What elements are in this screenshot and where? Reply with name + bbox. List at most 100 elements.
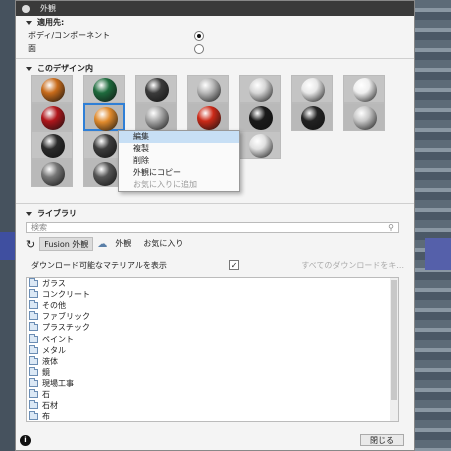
folder-icon — [29, 311, 38, 321]
material-ball — [41, 106, 65, 130]
appearance-swatch[interactable] — [31, 75, 73, 103]
show-downloadable-row: ダウンロード可能なマテリアルを表示 ✓ すべてのダウンロードをキ... — [31, 259, 404, 271]
appearance-swatch[interactable] — [187, 75, 229, 103]
refresh-icon[interactable]: ↻ — [26, 238, 35, 251]
appearance-swatch[interactable] — [31, 131, 73, 159]
material-ball — [93, 78, 117, 102]
cloud-icon: ☁ — [97, 238, 108, 250]
list-item-label: 鏡 — [42, 367, 50, 377]
material-ball — [145, 78, 169, 102]
list-item-label: 石材 — [42, 401, 58, 411]
viewport-background-right — [415, 0, 451, 451]
list-item[interactable]: 石材 — [27, 400, 398, 411]
appearance-swatch[interactable] — [187, 103, 229, 131]
material-ball — [93, 134, 117, 158]
appearance-swatch[interactable] — [343, 75, 385, 103]
search-icon[interactable]: ⚲ — [388, 223, 394, 232]
folder-icon — [29, 377, 38, 387]
list-item[interactable]: 布 — [27, 411, 398, 422]
list-item-label: コンクリート — [42, 290, 90, 300]
list-item[interactable]: ガラス — [27, 278, 398, 289]
appearance-swatch[interactable] — [83, 75, 125, 103]
folder-icon — [29, 366, 38, 376]
tab-fusion-appearance[interactable]: Fusion 外観 — [39, 237, 94, 251]
material-ball — [197, 106, 221, 130]
appearance-swatch[interactable] — [291, 103, 333, 131]
radio-body[interactable] — [194, 30, 204, 41]
context-menu-item[interactable]: 複製 — [119, 143, 239, 155]
tab-appearance[interactable]: 外観 — [111, 237, 135, 251]
library-folder-list: ガラス コンクリート その他 ファブリック プラスチック ペイント メタル 液体鏡現場工事石石… — [26, 277, 399, 422]
context-menu-item[interactable]: 削除 — [119, 155, 239, 167]
list-item[interactable]: 液体 — [27, 355, 398, 367]
list-item[interactable]: メタル — [27, 344, 398, 356]
window-icon — [22, 4, 30, 13]
context-menu-item[interactable]: 編集 — [119, 131, 239, 143]
folder-icon — [29, 400, 38, 410]
material-ball — [41, 162, 65, 186]
appearance-swatch[interactable] — [31, 159, 73, 187]
appearance-swatch[interactable] — [239, 131, 281, 159]
appearance-swatch[interactable] — [31, 103, 73, 131]
show-downloadable-checkbox[interactable]: ✓ — [229, 260, 240, 270]
list-item[interactable]: 石 — [27, 388, 398, 400]
appearance-dialog: 外観 適用先: ボディ/コンポーネント 面 このデザイン内 ライブラリ 検索 ⚲… — [15, 0, 415, 451]
appearance-swatch[interactable] — [135, 75, 177, 103]
appearance-swatch[interactable] — [135, 103, 177, 131]
close-button[interactable]: 閉じる — [360, 434, 404, 446]
material-ball — [94, 107, 118, 131]
list-item-label: 布 — [42, 412, 50, 422]
material-ball — [249, 134, 273, 158]
divider — [16, 203, 414, 204]
folder-icon — [29, 355, 38, 365]
collapse-triangle-icon[interactable] — [26, 20, 32, 25]
material-ball — [197, 78, 221, 102]
show-downloadable-label: ダウンロード可能なマテリアルを表示 — [31, 260, 167, 270]
apply-face-option[interactable]: 面 — [16, 42, 414, 55]
context-menu: 編集 複製 削除 外観にコピー お気に入りに追加 — [118, 130, 240, 192]
radio-face[interactable] — [194, 43, 204, 54]
folder-icon — [29, 388, 38, 398]
download-all-link[interactable]: すべてのダウンロードをキ... — [301, 260, 404, 271]
material-ball — [301, 106, 325, 130]
info-icon[interactable]: i — [20, 434, 31, 446]
in-design-header[interactable]: このデザイン内 — [16, 62, 414, 75]
list-item[interactable]: プラスチック — [27, 322, 398, 333]
context-menu-item[interactable]: 外観にコピー — [119, 167, 239, 179]
library-header[interactable]: ライブラリ — [16, 207, 414, 220]
title-bar[interactable]: 外観 — [16, 1, 414, 16]
folder-icon — [29, 411, 38, 421]
apply-body-option[interactable]: ボディ/コンポーネント — [16, 29, 414, 42]
list-item[interactable]: 現場工事 — [27, 377, 398, 389]
apply-to-header[interactable]: 適用先: — [16, 16, 414, 29]
appearance-swatch[interactable] — [239, 75, 281, 103]
appearance-swatch[interactable] — [343, 103, 385, 131]
list-item[interactable]: その他 — [27, 300, 398, 311]
scrollbar[interactable] — [390, 278, 398, 421]
collapse-triangle-icon[interactable] — [26, 211, 32, 216]
collapse-triangle-icon[interactable] — [26, 66, 32, 71]
viewport-background-left — [0, 0, 15, 451]
list-item-label: ペイント — [42, 334, 74, 344]
list-item-label: ガラス — [42, 279, 66, 289]
list-item-label: 現場工事 — [42, 378, 74, 388]
appearance-swatch[interactable] — [83, 103, 125, 131]
scrollbar-thumb[interactable] — [391, 280, 397, 400]
appearance-swatch[interactable] — [239, 103, 281, 131]
tab-favorites[interactable]: お気に入り — [139, 237, 187, 251]
list-item[interactable]: ファブリック — [27, 311, 398, 322]
window-title: 外観 — [40, 4, 56, 13]
folder-icon — [29, 300, 38, 310]
search-input[interactable]: 検索 ⚲ — [26, 222, 399, 233]
list-item[interactable]: ペイント — [27, 333, 398, 344]
list-item-label: プラスチック — [42, 323, 90, 333]
material-ball — [145, 106, 169, 130]
divider — [16, 58, 414, 59]
list-item-label: 液体 — [42, 356, 58, 366]
list-item[interactable]: コンクリート — [27, 289, 398, 300]
list-item[interactable]: 鏡 — [27, 366, 398, 378]
folder-icon — [29, 289, 38, 299]
context-menu-item[interactable]: お気に入りに追加 — [119, 179, 239, 191]
appearance-swatch[interactable] — [291, 75, 333, 103]
material-ball — [41, 134, 65, 158]
